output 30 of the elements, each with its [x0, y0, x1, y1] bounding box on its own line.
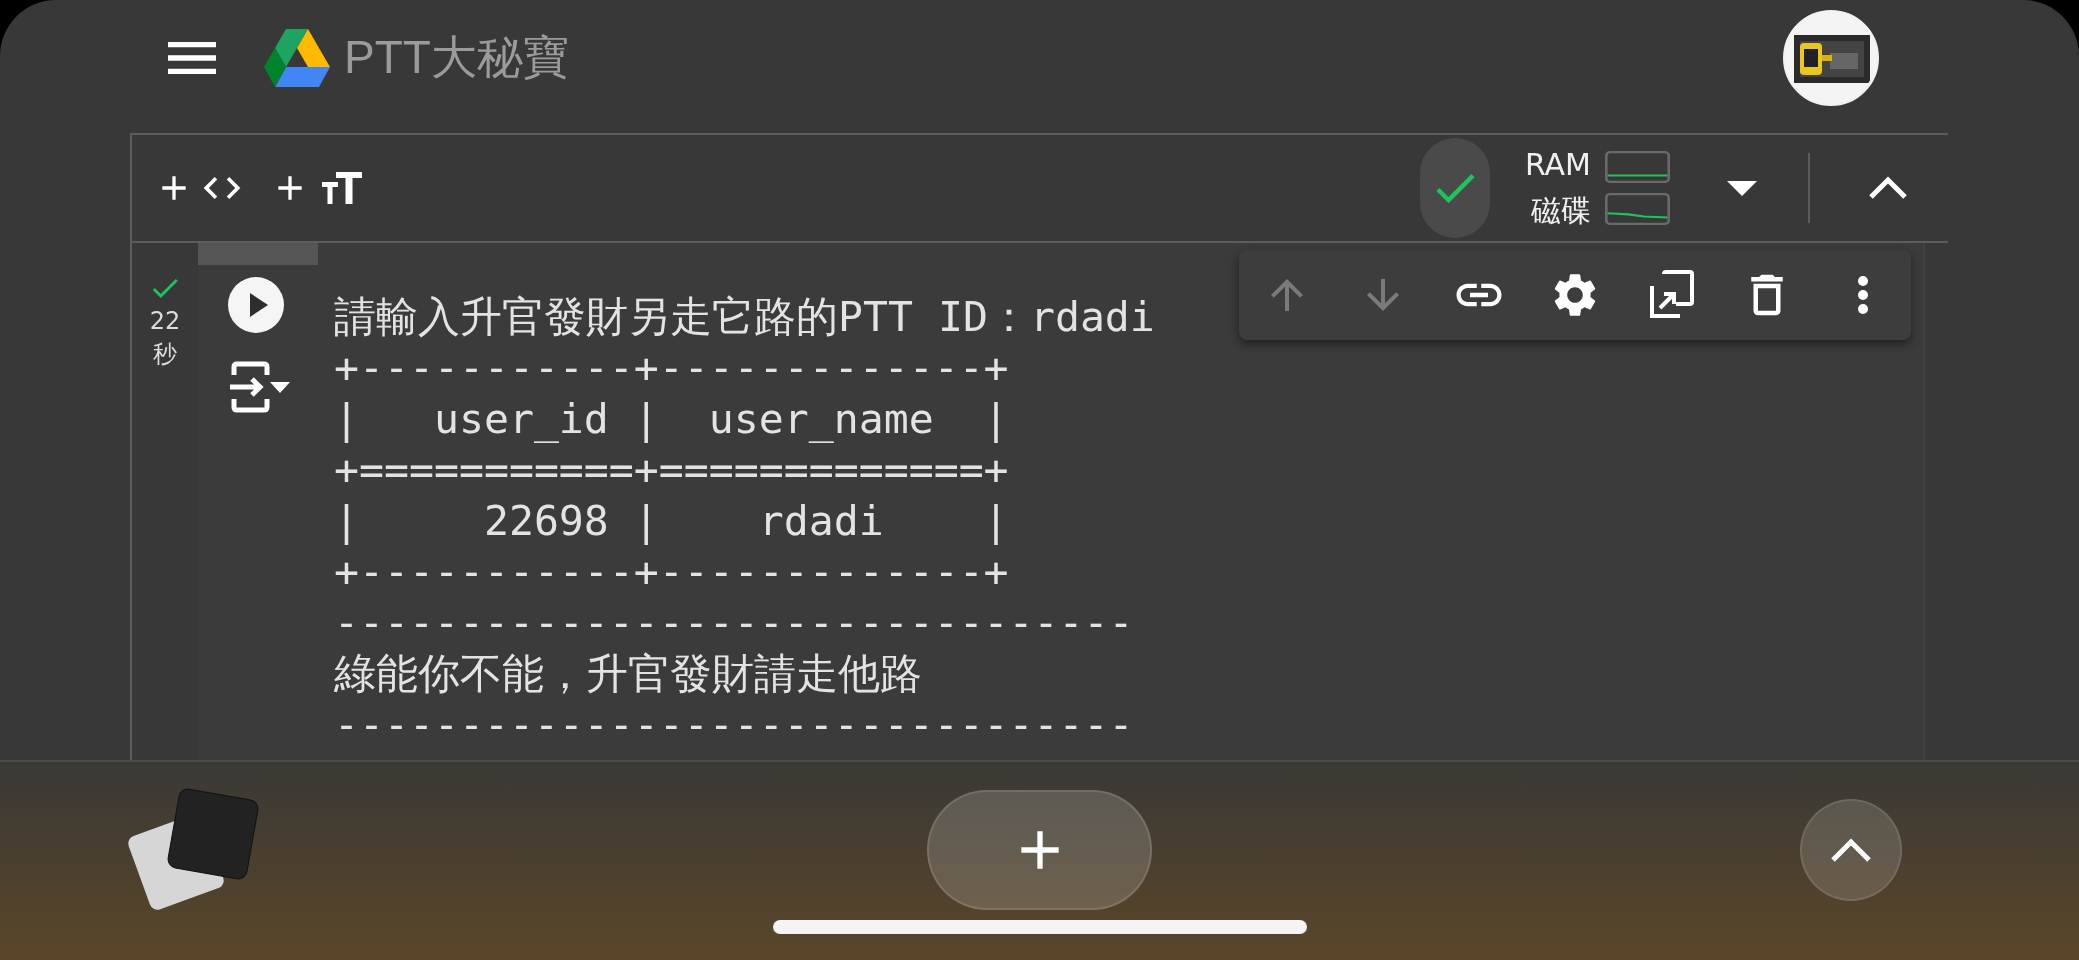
output-line: | user_id | user_name | [334, 393, 1010, 444]
output-line: 綠能你不能，升官發財請走他路 [334, 648, 923, 699]
triangle-logo-icon [264, 28, 330, 87]
output-line: | 22698 | rdadi | [334, 495, 1010, 546]
notebook-title: PTT大秘寶 [344, 29, 569, 85]
output-line: -------------------------------- [334, 699, 1135, 750]
output-line: +===========+=============+ [334, 444, 1010, 495]
connection-status-button[interactable] [1419, 138, 1490, 238]
output-toggle-button[interactable] [228, 361, 292, 413]
output-line: -------------------------------- [334, 597, 1135, 648]
play-icon [228, 277, 284, 333]
collapse-button[interactable] [1868, 176, 1908, 200]
output-line: +-----------+-------------+ [334, 342, 1010, 393]
more-icon [1857, 275, 1869, 315]
duration-unit: 秒 [153, 339, 177, 370]
run-button[interactable] [228, 277, 284, 333]
resource-label: 磁碟 [1531, 192, 1591, 230]
usage-graph-icon [1605, 151, 1670, 183]
caret-icon [1727, 180, 1757, 196]
resource-label: RAM [1524, 146, 1591, 184]
text-size-icon [322, 172, 362, 204]
chevron-up-icon [1830, 837, 1872, 863]
output-toggle-icon [228, 361, 292, 413]
open-in-panel-icon [1648, 270, 1694, 320]
output-line: 請輸入升官發財另走它路的PTT ID：rdadi [334, 291, 1155, 342]
resources-dropdown-button[interactable] [1727, 180, 1757, 196]
run-duration: 22 [149, 306, 181, 337]
chevron-up-icon [1868, 176, 1908, 200]
usage-graph-icon [1605, 193, 1670, 225]
output-line: +-----------+-------------+ [334, 546, 1010, 597]
